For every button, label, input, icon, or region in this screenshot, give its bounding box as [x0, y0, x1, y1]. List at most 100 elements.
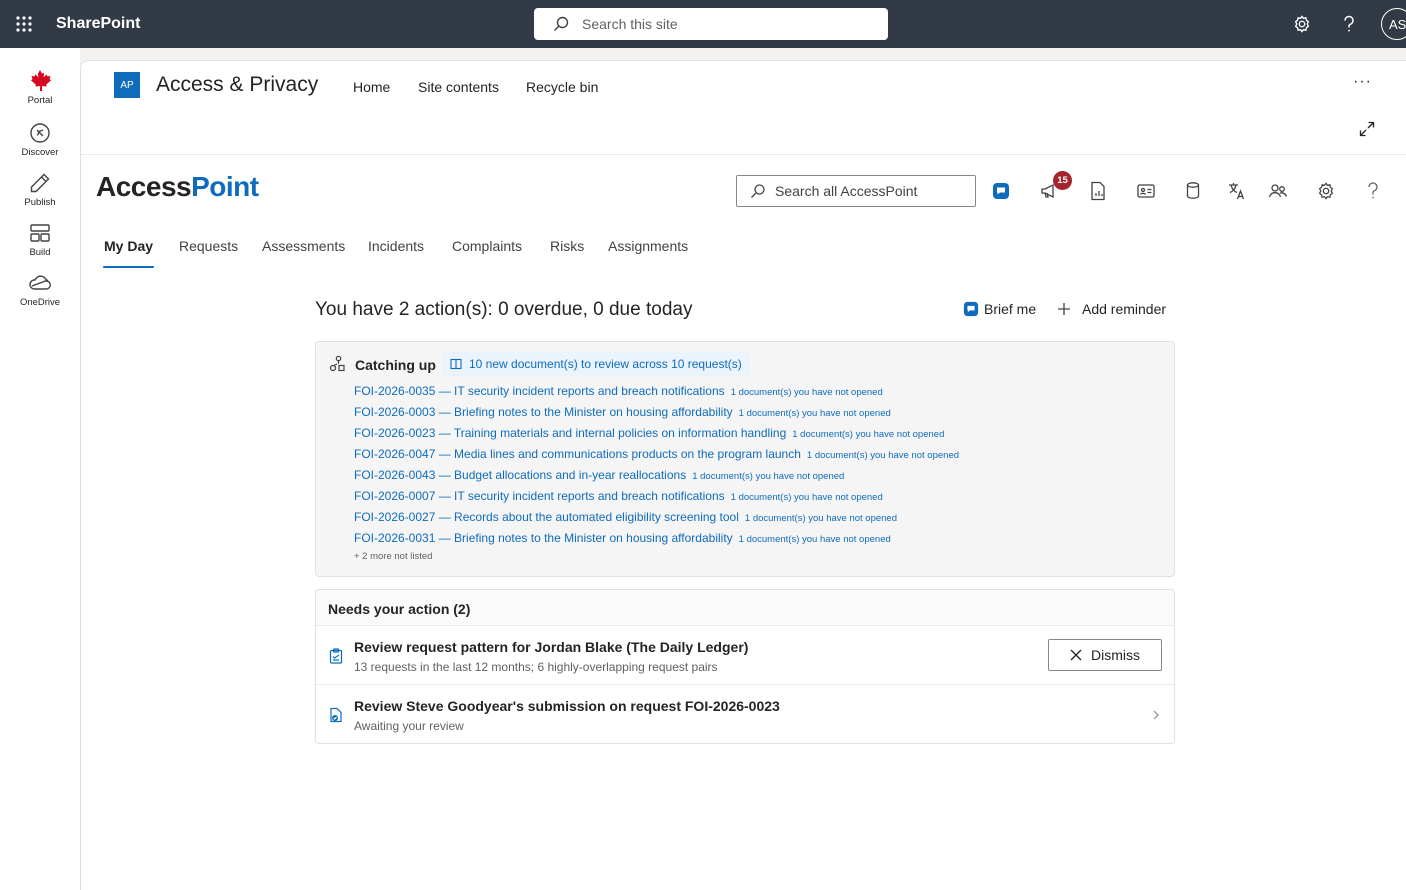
request-link[interactable]: FOI-2026-0003 — Briefing notes to the Mi… — [354, 405, 733, 419]
database-icon[interactable] — [1183, 181, 1203, 201]
request-note: 1 document(s) you have not opened — [692, 471, 845, 482]
action-item[interactable]: Review Steve Goodyear's submission on re… — [316, 685, 1174, 743]
app-bar: Portal Discover Publish Build OneDrive — [0, 48, 80, 890]
suite-bar: SharePoint Search this site AS — [0, 0, 1406, 48]
logo-part-access: Access — [96, 171, 192, 202]
appbar-label: Discover — [21, 147, 59, 158]
appbar-item-build[interactable]: Build — [0, 222, 80, 258]
add-reminder-label: Add reminder — [1082, 301, 1167, 317]
dismiss-button[interactable]: Dismiss — [1048, 639, 1162, 671]
translate-icon[interactable] — [1227, 181, 1247, 201]
appbar-label: Portal — [27, 95, 53, 106]
book-icon — [450, 358, 462, 370]
close-icon — [1070, 649, 1082, 661]
expand-icon[interactable] — [1359, 121, 1375, 137]
site-search-placeholder: Search this site — [582, 16, 678, 32]
copilot-chat-icon — [963, 301, 979, 317]
active-tab-indicator — [103, 266, 154, 268]
header-divider — [81, 154, 1406, 155]
plus-icon — [1058, 303, 1070, 315]
action-summary: You have 2 action(s): 0 overdue, 0 due t… — [315, 299, 693, 320]
site-search-input[interactable]: Search this site — [534, 8, 888, 40]
settings-icon[interactable] — [1316, 181, 1336, 201]
site-title[interactable]: Access & Privacy — [156, 73, 318, 97]
maple-leaf-icon — [30, 70, 52, 91]
help-icon[interactable] — [1363, 181, 1383, 201]
app-launcher-icon[interactable] — [12, 12, 36, 36]
needs-action-title: Needs your action (2) — [328, 601, 471, 617]
settings-icon[interactable] — [1290, 12, 1314, 36]
request-link[interactable]: FOI-2026-0043 — Budget allocations and i… — [354, 468, 686, 482]
request-note: 1 document(s) you have not opened — [792, 429, 945, 440]
help-icon[interactable] — [1337, 12, 1361, 36]
people-icon[interactable] — [1268, 181, 1288, 201]
dismiss-label: Dismiss — [1091, 647, 1140, 663]
more-options-icon[interactable]: ··· — [1353, 73, 1372, 91]
site-nav-site-contents[interactable]: Site contents — [418, 79, 499, 95]
catching-up-item: FOI-2026-0023 — Training materials and i… — [354, 426, 944, 440]
action-item[interactable]: Review request pattern for Jordan Blake … — [316, 626, 1174, 685]
tab-requests[interactable]: Requests — [179, 238, 238, 254]
request-note: 1 document(s) you have not opened — [738, 534, 891, 545]
request-link[interactable]: FOI-2026-0027 — Records about the automa… — [354, 510, 739, 524]
appbar-item-onedrive[interactable]: OneDrive — [0, 272, 80, 308]
notification-count-badge: 15 — [1053, 171, 1072, 190]
brief-me-label: Brief me — [984, 301, 1037, 317]
compass-icon — [30, 123, 50, 143]
new-documents-pill[interactable]: 10 new document(s) to review across 10 r… — [442, 352, 750, 376]
grid-icon — [30, 224, 50, 242]
chevron-right-icon[interactable] — [1150, 707, 1162, 723]
add-reminder-button[interactable]: Add reminder — [1057, 301, 1166, 317]
brief-me-button[interactable]: Brief me — [963, 301, 1036, 317]
tab-my-day[interactable]: My Day — [104, 238, 153, 254]
catching-up-title: Catching up — [355, 357, 436, 373]
copilot-chat-icon[interactable] — [991, 181, 1011, 201]
appbar-label: Build — [29, 247, 51, 258]
catching-up-item: FOI-2026-0027 — Records about the automa… — [354, 510, 897, 524]
appbar-label: Publish — [24, 197, 56, 208]
appbar-item-publish[interactable]: Publish — [0, 172, 80, 208]
tab-complaints[interactable]: Complaints — [452, 238, 522, 254]
site-logo[interactable]: AP — [114, 72, 140, 98]
request-link[interactable]: FOI-2026-0047 — Media lines and communic… — [354, 447, 801, 461]
request-link[interactable]: FOI-2026-0031 — Briefing notes to the Mi… — [354, 531, 733, 545]
request-link[interactable]: FOI-2026-0035 — IT security incident rep… — [354, 384, 725, 398]
accesspoint-logo: AccessPoint — [96, 171, 259, 203]
site-nav-recycle-bin[interactable]: Recycle bin — [526, 79, 598, 95]
tab-assessments[interactable]: Assessments — [262, 238, 345, 254]
catching-up-item: FOI-2026-0003 — Briefing notes to the Mi… — [354, 405, 891, 419]
accesspoint-search-placeholder: Search all AccessPoint — [775, 183, 918, 199]
catching-up-card: Catching up 10 new document(s) to review… — [315, 341, 1175, 577]
site-nav-home[interactable]: Home — [353, 79, 390, 95]
more-not-listed: + 2 more not listed — [354, 551, 433, 562]
request-link[interactable]: FOI-2026-0023 — Training materials and i… — [354, 426, 786, 440]
action-item-title: Review Steve Goodyear's submission on re… — [354, 698, 780, 714]
contact-card-icon[interactable] — [1136, 181, 1156, 201]
user-avatar[interactable]: AS — [1381, 8, 1406, 40]
tab-risks[interactable]: Risks — [550, 238, 584, 254]
action-item-subtitle: Awaiting your review — [354, 719, 464, 733]
cloud-icon — [29, 275, 51, 290]
appbar-item-discover[interactable]: Discover — [0, 122, 80, 158]
tab-incidents[interactable]: Incidents — [368, 238, 424, 254]
catching-up-icon — [329, 355, 345, 372]
request-link[interactable]: FOI-2026-0007 — IT security incident rep… — [354, 489, 725, 503]
request-note: 1 document(s) you have not opened — [730, 387, 883, 398]
suite-brand[interactable]: SharePoint — [56, 15, 140, 33]
search-icon — [554, 16, 569, 31]
catching-up-item: FOI-2026-0031 — Briefing notes to the Mi… — [354, 531, 891, 545]
catching-up-item: FOI-2026-0047 — Media lines and communic… — [354, 447, 959, 461]
document-check-icon — [330, 707, 342, 723]
needs-action-header: Needs your action (2) — [316, 590, 1174, 626]
appbar-item-portal[interactable]: Portal — [0, 70, 80, 106]
appbar-label: OneDrive — [19, 297, 61, 308]
logo-part-point: Point — [191, 171, 259, 202]
new-documents-pill-label: 10 new document(s) to review across 10 r… — [469, 357, 742, 371]
accesspoint-search-input[interactable]: Search all AccessPoint — [736, 175, 976, 207]
tab-assignments[interactable]: Assignments — [608, 238, 688, 254]
catching-up-item: FOI-2026-0007 — IT security incident rep… — [354, 489, 883, 503]
catching-up-item: FOI-2026-0043 — Budget allocations and i… — [354, 468, 844, 482]
report-icon[interactable] — [1088, 181, 1108, 201]
needs-action-card: Needs your action (2) Review request pat… — [315, 589, 1175, 744]
main-canvas: AP Access & Privacy Home Site contents R… — [80, 60, 1406, 890]
